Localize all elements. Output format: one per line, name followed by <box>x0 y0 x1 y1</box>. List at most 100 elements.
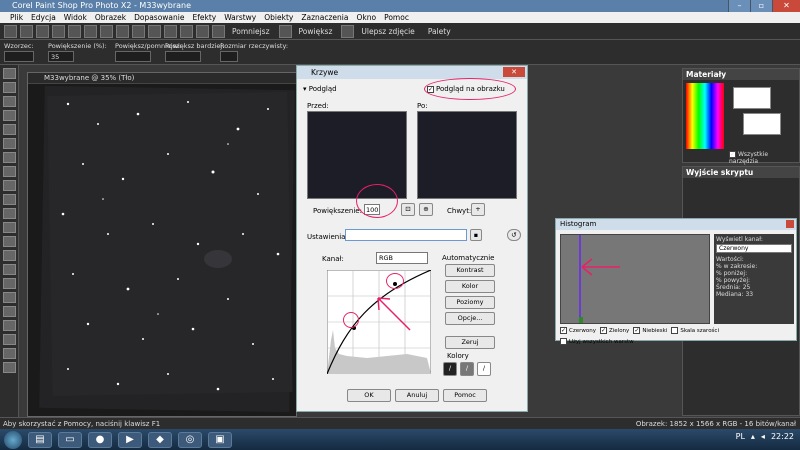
red-checkbox[interactable]: ✓ <box>560 327 567 334</box>
foreground-color-swatch[interactable] <box>733 87 771 109</box>
pomniejsz-button[interactable]: Pomniejsz <box>232 27 270 36</box>
auto-contrast-button[interactable]: Kontrast <box>445 264 495 277</box>
shape-tool-icon[interactable] <box>3 320 16 331</box>
eraser-tool-icon[interactable] <box>3 278 16 289</box>
zoom-fit-button[interactable]: ⊡ <box>401 203 415 216</box>
airbrush-tool-icon[interactable] <box>3 236 16 247</box>
reset-preset-icon[interactable]: ↺ <box>507 229 521 241</box>
clone-tool-icon[interactable] <box>3 194 16 205</box>
print-icon[interactable] <box>52 24 65 38</box>
resize-icon[interactable] <box>164 24 177 38</box>
save-preset-icon[interactable]: ▪ <box>470 229 482 241</box>
menu-obiekty[interactable]: Obiekty <box>264 12 293 23</box>
copy-icon[interactable] <box>116 24 129 38</box>
cut-icon[interactable] <box>100 24 113 38</box>
all-layers-checkbox[interactable] <box>560 338 567 345</box>
curves-close-button[interactable]: ✕ <box>503 67 525 77</box>
taskbar-app-icon[interactable]: ◆ <box>148 431 172 448</box>
lighten-tool-icon[interactable] <box>3 250 16 261</box>
black-point-dropper-icon[interactable]: / <box>443 362 457 376</box>
deform-tool-icon[interactable] <box>3 96 16 107</box>
tray-volume-icon[interactable]: ◂ <box>761 432 765 441</box>
zoom-tool-icon[interactable] <box>3 82 16 93</box>
wand-icon[interactable] <box>341 24 355 38</box>
menu-edycja[interactable]: Edycja <box>31 12 56 23</box>
background-color-swatch[interactable] <box>743 113 781 135</box>
layer-icon[interactable] <box>180 24 193 38</box>
menu-zaznaczenia[interactable]: Zaznaczenia <box>301 12 348 23</box>
gray-point-dropper-icon[interactable]: / <box>460 362 474 376</box>
taskbar-firefox-icon[interactable]: ● <box>88 431 112 448</box>
brush-tool-icon[interactable] <box>3 222 16 233</box>
crop-icon[interactable] <box>148 24 161 38</box>
undo-icon[interactable] <box>68 24 81 38</box>
tray-language[interactable]: PL <box>736 432 745 441</box>
menu-efekty[interactable]: Efekty <box>192 12 216 23</box>
tray-network-icon[interactable]: ▴ <box>751 432 755 441</box>
zoom-in-button[interactable]: ⊕ <box>419 203 433 216</box>
pan-tool-icon[interactable] <box>3 68 16 79</box>
warp-tool-icon[interactable] <box>3 348 16 359</box>
blue-checkbox[interactable]: ✓ <box>633 327 641 334</box>
settings-select[interactable] <box>345 229 467 241</box>
menu-dopasowanie[interactable]: Dopasowanie <box>134 12 184 23</box>
text-tool-icon[interactable] <box>3 306 16 317</box>
after-preview[interactable] <box>417 111 517 199</box>
all-tools-checkbox[interactable]: ✓ <box>729 151 736 158</box>
open-file-icon[interactable] <box>20 24 33 38</box>
white-point-dropper-icon[interactable]: / <box>477 362 491 376</box>
grab-button[interactable]: + <box>471 203 485 216</box>
taskbar-media-icon[interactable]: ▶ <box>118 431 142 448</box>
red-eye-tool-icon[interactable] <box>3 166 16 177</box>
menu-obrazek[interactable]: Obrazek <box>95 12 126 23</box>
wzorzec-select[interactable] <box>4 51 34 62</box>
powieksz-icon[interactable] <box>278 24 292 38</box>
ulepsz-button[interactable]: Ulepsz zdjęcie <box>361 27 414 36</box>
paste-icon[interactable] <box>132 24 145 38</box>
makeover-tool-icon[interactable] <box>3 180 16 191</box>
save-icon[interactable] <box>36 24 49 38</box>
before-preview[interactable] <box>307 111 407 199</box>
smudge-tool-icon[interactable] <box>3 264 16 275</box>
menu-warstwy[interactable]: Warstwy <box>224 12 256 23</box>
selection-tool-icon[interactable] <box>3 138 16 149</box>
options-button[interactable]: Opcje... <box>445 312 495 325</box>
channel-select[interactable]: RGB <box>376 252 428 264</box>
taskbar-explorer-icon[interactable]: ▤ <box>28 431 52 448</box>
powieksz-pomniejsz-buttons[interactable] <box>115 51 151 62</box>
minimize-button[interactable]: – <box>728 0 750 12</box>
cancel-button[interactable]: Anuluj <box>395 389 439 402</box>
image-window[interactable]: M33wybrane @ 35% (Tło) <box>27 72 297 417</box>
fill-tool-icon[interactable] <box>3 292 16 303</box>
scratch-remover-icon[interactable] <box>3 208 16 219</box>
taskbar-folder-icon[interactable]: ▭ <box>58 431 82 448</box>
reset-button[interactable]: Zeruj <box>445 336 495 349</box>
menu-pomoc[interactable]: Pomoc <box>384 12 409 23</box>
art-media-tool-icon[interactable] <box>3 362 16 373</box>
star-image[interactable] <box>28 84 296 416</box>
redo-icon[interactable] <box>84 24 97 38</box>
grayscale-checkbox[interactable] <box>671 327 679 334</box>
help-button[interactable]: Pomoc <box>443 389 487 402</box>
crop-tool-icon[interactable] <box>3 110 16 121</box>
pomniejsz-icon[interactable] <box>212 24 225 38</box>
taskbar-paintshop-icon[interactable]: ▣ <box>208 431 232 448</box>
move-tool-icon[interactable] <box>3 124 16 135</box>
fullscreen-icon[interactable] <box>196 24 209 38</box>
auto-color-button[interactable]: Kolor <box>445 280 495 293</box>
pen-tool-icon[interactable] <box>3 334 16 345</box>
menu-plik[interactable]: Plik <box>10 12 23 23</box>
palety-button[interactable]: Palety <box>428 27 451 36</box>
ok-button[interactable]: OK <box>347 389 391 402</box>
powiekszenie-input[interactable]: 35 <box>48 51 74 62</box>
new-file-icon[interactable] <box>4 24 17 38</box>
menu-okno[interactable]: Okno <box>356 12 376 23</box>
histogram-close-button[interactable] <box>786 220 794 228</box>
close-button[interactable]: ✕ <box>772 0 800 12</box>
histogram-channel-select[interactable]: Czerwony <box>716 244 792 253</box>
menu-widok[interactable]: Widok <box>64 12 87 23</box>
powieksz-bardziej-buttons[interactable] <box>165 51 201 62</box>
auto-levels-button[interactable]: Poziomy <box>445 296 495 309</box>
start-button[interactable] <box>4 430 22 449</box>
green-checkbox[interactable]: ✓ <box>599 327 607 334</box>
